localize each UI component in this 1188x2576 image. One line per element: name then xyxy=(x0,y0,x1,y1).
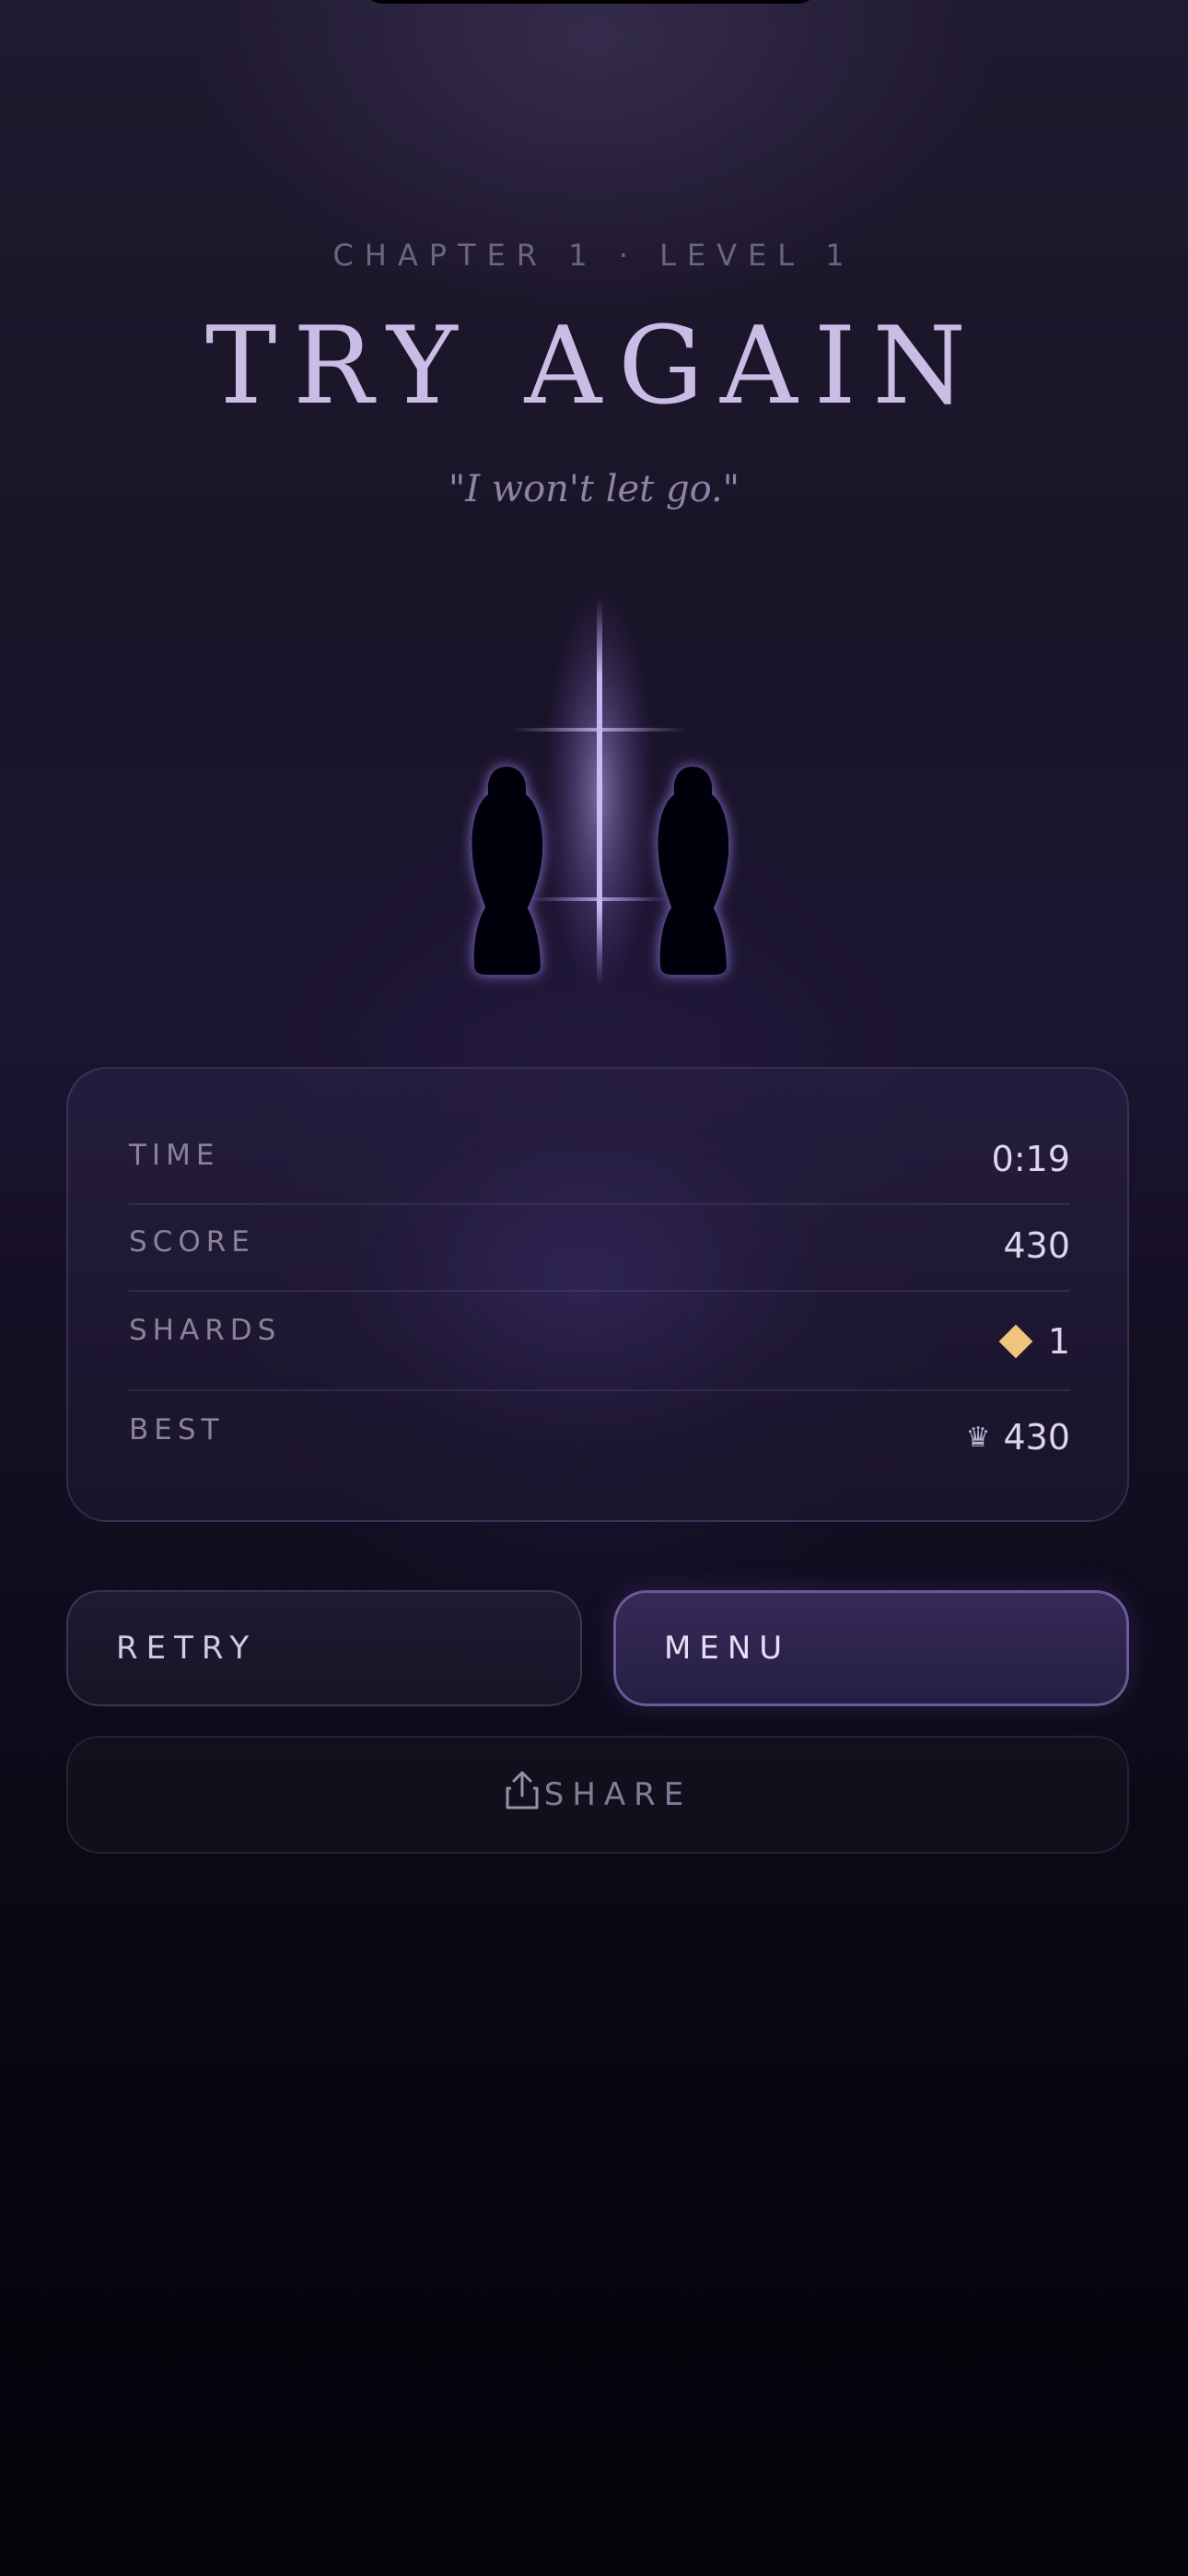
stat-row-best: BEST ♛ 430 xyxy=(129,1413,1070,1469)
stat-row-time: TIME 0:19 xyxy=(129,1139,1070,1194)
stat-row-score: SCORE 430 xyxy=(129,1225,1070,1281)
stat-label-shards: SHARDS xyxy=(129,1314,282,1347)
divider xyxy=(129,1389,1070,1391)
crown-icon: ♛ xyxy=(965,1421,991,1454)
stat-label-score: SCORE xyxy=(129,1225,255,1259)
retry-button-label: RETRY xyxy=(116,1630,258,1667)
stat-label-best: BEST xyxy=(129,1413,225,1446)
shards-value: 1 xyxy=(1047,1321,1070,1362)
figures-illustration xyxy=(419,590,769,995)
quote-text: "I won't let go." xyxy=(448,468,740,510)
share-button[interactable]: SHARE xyxy=(66,1736,1129,1854)
device-notch xyxy=(361,0,820,4)
stat-value-shards: 1 xyxy=(998,1321,1070,1362)
share-icon xyxy=(504,1770,541,1810)
time-value: 0:19 xyxy=(991,1139,1070,1179)
stat-value-best: ♛ 430 xyxy=(966,1417,1070,1458)
retry-button[interactable]: RETRY xyxy=(66,1590,582,1706)
stat-label-time: TIME xyxy=(129,1139,220,1172)
score-value: 430 xyxy=(1003,1225,1070,1266)
stat-value-score: 430 xyxy=(1003,1225,1070,1266)
menu-button[interactable]: MENU xyxy=(613,1590,1129,1706)
page-title: TRY AGAIN xyxy=(204,304,984,428)
light-pillar xyxy=(511,590,686,995)
stats-card: TIME 0:19 SCORE 430 SHARDS 1 BEST ♛ 430 xyxy=(66,1067,1129,1522)
menu-button-label: MENU xyxy=(664,1630,791,1667)
chapter-level-label: CHAPTER 1 · LEVEL 1 xyxy=(332,238,856,273)
stat-value-time: 0:19 xyxy=(992,1139,1070,1179)
right-figure xyxy=(658,767,729,975)
left-figure xyxy=(472,767,543,975)
diamond-shard-icon xyxy=(998,1324,1033,1359)
divider xyxy=(129,1203,1070,1205)
best-value: 430 xyxy=(1003,1417,1070,1458)
share-button-label: SHARE xyxy=(543,1776,693,1813)
divider xyxy=(129,1290,1070,1292)
stat-row-shards: SHARDS 1 xyxy=(129,1314,1070,1369)
